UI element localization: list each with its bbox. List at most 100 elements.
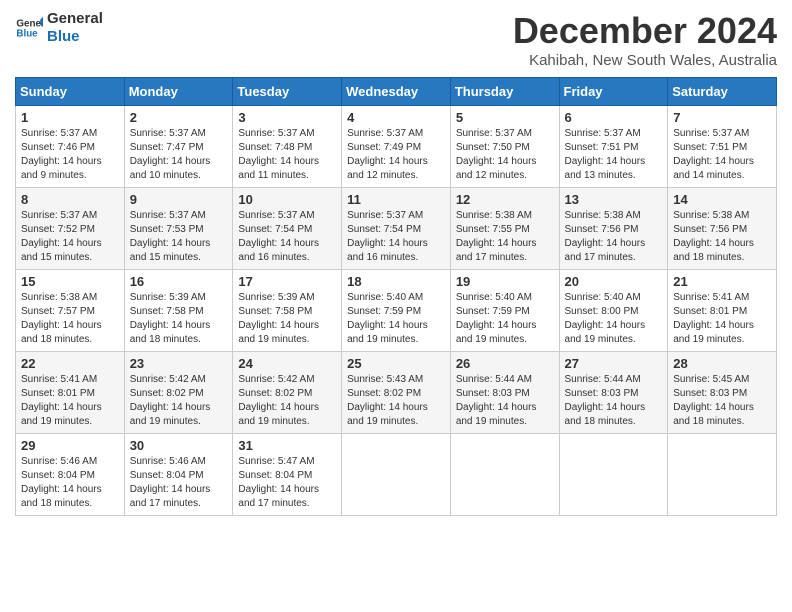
calendar-week-row: 15Sunrise: 5:38 AM Sunset: 7:57 PM Dayli… [16,270,777,352]
day-info: Sunrise: 5:39 AM Sunset: 7:58 PM Dayligh… [130,291,228,347]
day-info: Sunrise: 5:37 AM Sunset: 7:53 PM Dayligh… [130,209,228,265]
weekday-header: Thursday [450,78,559,106]
day-number: 2 [130,110,228,125]
day-info: Sunrise: 5:39 AM Sunset: 7:58 PM Dayligh… [238,291,336,347]
day-number: 28 [673,356,771,371]
calendar-cell: 28Sunrise: 5:45 AM Sunset: 8:03 PM Dayli… [668,352,777,434]
day-info: Sunrise: 5:37 AM Sunset: 7:49 PM Dayligh… [347,127,445,183]
calendar-cell: 2 Sunrise: 5:37 AM Sunset: 7:47 PM Daylig… [124,106,233,188]
day-info: Sunrise: 5:37 AM Sunset: 7:52 PM Dayligh… [21,209,119,265]
day-number: 18 [347,274,445,289]
day-number: 25 [347,356,445,371]
calendar-cell: 1 Sunrise: 5:37 AM Sunset: 7:46 PM Daylig… [16,106,125,188]
day-info: Sunrise: 5:37 AM Sunset: 7:50 PM Dayligh… [456,127,554,183]
day-info: Sunrise: 5:44 AM Sunset: 8:03 PM Dayligh… [565,373,663,429]
day-number: 26 [456,356,554,371]
calendar-cell [450,434,559,516]
calendar-cell: 19 Sunrise: 5:40 AM Sunset: 7:59 PM Dayli… [450,270,559,352]
day-number: 1 [21,110,119,125]
calendar-cell: 15Sunrise: 5:38 AM Sunset: 7:57 PM Dayli… [16,270,125,352]
calendar-week-row: 8 Sunrise: 5:37 AM Sunset: 7:52 PM Daylig… [16,188,777,270]
location-subtitle: Kahibah, New South Wales, Australia [513,52,777,69]
logo-line2: Blue [47,28,80,45]
calendar-cell: 6Sunrise: 5:37 AM Sunset: 7:51 PM Daylig… [559,106,668,188]
weekday-header: Wednesday [342,78,451,106]
logo: General Blue General Blue [15,10,103,46]
day-number: 17 [238,274,336,289]
day-info: Sunrise: 5:47 AM Sunset: 8:04 PM Dayligh… [238,455,336,511]
day-number: 13 [565,192,663,207]
day-number: 10 [238,192,336,207]
weekday-header: Tuesday [233,78,342,106]
day-info: Sunrise: 5:43 AM Sunset: 8:02 PM Dayligh… [347,373,445,429]
calendar-cell: 17 Sunrise: 5:39 AM Sunset: 7:58 PM Dayli… [233,270,342,352]
calendar-cell: 18 Sunrise: 5:40 AM Sunset: 7:59 PM Dayli… [342,270,451,352]
weekday-header: Friday [559,78,668,106]
day-number: 19 [456,274,554,289]
calendar-cell: 31Sunrise: 5:47 AM Sunset: 8:04 PM Dayli… [233,434,342,516]
calendar-cell: 12Sunrise: 5:38 AM Sunset: 7:55 PM Dayli… [450,188,559,270]
day-info: Sunrise: 5:37 AM Sunset: 7:46 PM Dayligh… [21,127,119,183]
day-number: 23 [130,356,228,371]
day-number: 6 [565,110,663,125]
calendar-table: SundayMondayTuesdayWednesdayThursdayFrid… [15,77,777,516]
calendar-cell: 23 Sunrise: 5:42 AM Sunset: 8:02 PM Dayli… [124,352,233,434]
calendar-week-row: 22Sunrise: 5:41 AM Sunset: 8:01 PM Dayli… [16,352,777,434]
day-info: Sunrise: 5:37 AM Sunset: 7:51 PM Dayligh… [673,127,771,183]
calendar-week-row: 29Sunrise: 5:46 AM Sunset: 8:04 PM Dayli… [16,434,777,516]
day-number: 27 [565,356,663,371]
day-info: Sunrise: 5:40 AM Sunset: 8:00 PM Dayligh… [565,291,663,347]
calendar-cell: 20 Sunrise: 5:40 AM Sunset: 8:00 PM Dayli… [559,270,668,352]
calendar-cell [668,434,777,516]
day-info: Sunrise: 5:37 AM Sunset: 7:54 PM Dayligh… [238,209,336,265]
day-info: Sunrise: 5:37 AM Sunset: 7:48 PM Dayligh… [238,127,336,183]
calendar-cell: 13Sunrise: 5:38 AM Sunset: 7:56 PM Dayli… [559,188,668,270]
calendar-cell: 8 Sunrise: 5:37 AM Sunset: 7:52 PM Daylig… [16,188,125,270]
day-info: Sunrise: 5:38 AM Sunset: 7:56 PM Dayligh… [673,209,771,265]
day-info: Sunrise: 5:44 AM Sunset: 8:03 PM Dayligh… [456,373,554,429]
day-number: 16 [130,274,228,289]
day-number: 20 [565,274,663,289]
day-info: Sunrise: 5:42 AM Sunset: 8:02 PM Dayligh… [238,373,336,429]
day-info: Sunrise: 5:46 AM Sunset: 8:04 PM Dayligh… [130,455,228,511]
calendar-cell: 27 Sunrise: 5:44 AM Sunset: 8:03 PM Dayli… [559,352,668,434]
calendar-cell: 9 Sunrise: 5:37 AM Sunset: 7:53 PM Daylig… [124,188,233,270]
calendar-cell: 5Sunrise: 5:37 AM Sunset: 7:50 PM Daylig… [450,106,559,188]
day-info: Sunrise: 5:37 AM Sunset: 7:54 PM Dayligh… [347,209,445,265]
day-number: 8 [21,192,119,207]
weekday-header: Sunday [16,78,125,106]
calendar-cell [559,434,668,516]
day-info: Sunrise: 5:41 AM Sunset: 8:01 PM Dayligh… [21,373,119,429]
calendar-cell: 16 Sunrise: 5:39 AM Sunset: 7:58 PM Dayli… [124,270,233,352]
day-info: Sunrise: 5:46 AM Sunset: 8:04 PM Dayligh… [21,455,119,511]
day-info: Sunrise: 5:40 AM Sunset: 7:59 PM Dayligh… [347,291,445,347]
calendar-cell: 4 Sunrise: 5:37 AM Sunset: 7:49 PM Daylig… [342,106,451,188]
day-number: 30 [130,438,228,453]
day-number: 4 [347,110,445,125]
day-number: 3 [238,110,336,125]
month-title: December 2024 [513,10,777,52]
day-number: 9 [130,192,228,207]
day-info: Sunrise: 5:40 AM Sunset: 7:59 PM Dayligh… [456,291,554,347]
logo-icon: General Blue [15,14,43,42]
title-block: December 2024 Kahibah, New South Wales, … [513,10,777,69]
calendar-cell: 11Sunrise: 5:37 AM Sunset: 7:54 PM Dayli… [342,188,451,270]
calendar-cell: 14Sunrise: 5:38 AM Sunset: 7:56 PM Dayli… [668,188,777,270]
day-info: Sunrise: 5:42 AM Sunset: 8:02 PM Dayligh… [130,373,228,429]
day-number: 21 [673,274,771,289]
calendar-cell: 30 Sunrise: 5:46 AM Sunset: 8:04 PM Dayli… [124,434,233,516]
svg-text:Blue: Blue [16,28,38,39]
calendar-cell: 10 Sunrise: 5:37 AM Sunset: 7:54 PM Dayli… [233,188,342,270]
calendar-cell: 25 Sunrise: 5:43 AM Sunset: 8:02 PM Dayli… [342,352,451,434]
calendar-cell: 3 Sunrise: 5:37 AM Sunset: 7:48 PM Daylig… [233,106,342,188]
calendar-header-row: SundayMondayTuesdayWednesdayThursdayFrid… [16,78,777,106]
calendar-cell: 24 Sunrise: 5:42 AM Sunset: 8:02 PM Dayli… [233,352,342,434]
calendar-cell: 29Sunrise: 5:46 AM Sunset: 8:04 PM Dayli… [16,434,125,516]
day-number: 15 [21,274,119,289]
day-info: Sunrise: 5:37 AM Sunset: 7:47 PM Dayligh… [130,127,228,183]
calendar-cell: 21Sunrise: 5:41 AM Sunset: 8:01 PM Dayli… [668,270,777,352]
day-number: 24 [238,356,336,371]
weekday-header: Monday [124,78,233,106]
weekday-header: Saturday [668,78,777,106]
day-info: Sunrise: 5:38 AM Sunset: 7:55 PM Dayligh… [456,209,554,265]
